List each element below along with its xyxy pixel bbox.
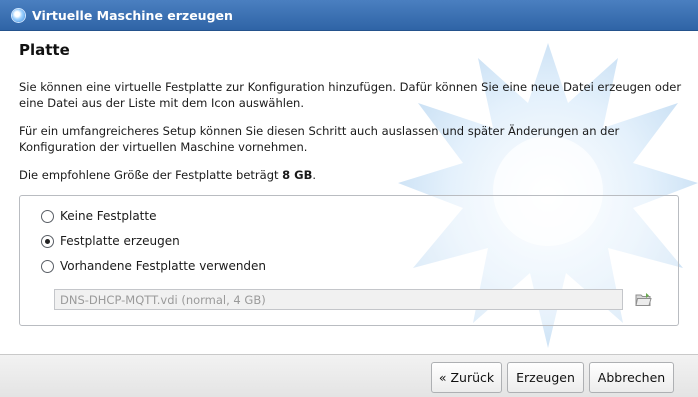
- radio-existing-disk-indicator[interactable]: [41, 259, 54, 273]
- virtualbox-app-icon: [12, 8, 25, 22]
- recommended-size-suffix: .: [312, 168, 317, 182]
- back-button[interactable]: « Zurück: [431, 362, 502, 393]
- window-titlebar: Virtuelle Maschine erzeugen: [0, 0, 698, 31]
- radio-existing-disk-label[interactable]: Vorhandene Festplatte verwenden: [60, 259, 266, 273]
- radio-create-disk[interactable]: Festplatte erzeugen: [41, 234, 180, 248]
- radio-create-disk-indicator[interactable]: [41, 234, 54, 248]
- radio-no-disk-label[interactable]: Keine Festplatte: [60, 209, 156, 223]
- existing-disk-select[interactable]: DNS-DHCP-MQTT.vdi (normal, 4 GB): [54, 289, 623, 310]
- page-title: Platte: [19, 41, 70, 59]
- window-title: Virtuelle Maschine erzeugen: [32, 7, 233, 23]
- choose-disk-file-button[interactable]: [633, 289, 654, 309]
- disk-options-group: Keine Festplatte Festplatte erzeugen Vor…: [19, 195, 679, 326]
- create-button[interactable]: Erzeugen: [507, 362, 584, 393]
- wizard-page: Platte Sie können eine virtuelle Festpla…: [0, 31, 698, 354]
- radio-no-disk[interactable]: Keine Festplatte: [41, 209, 156, 223]
- intro-paragraph: Sie können eine virtuelle Festplatte zur…: [19, 80, 682, 110]
- folder-open-icon: [635, 292, 652, 306]
- radio-create-disk-label[interactable]: Festplatte erzeugen: [60, 234, 180, 248]
- recommended-size-value: 8 GB: [282, 168, 313, 182]
- radio-no-disk-indicator[interactable]: [41, 209, 54, 223]
- recommended-size-paragraph: Die empfohlene Größe der Festplatte betr…: [19, 167, 691, 183]
- radio-existing-disk[interactable]: Vorhandene Festplatte verwenden: [41, 259, 266, 273]
- wizard-footer: « Zurück Erzeugen Abbrechen: [0, 354, 698, 397]
- existing-disk-select-value: DNS-DHCP-MQTT.vdi (normal, 4 GB): [60, 292, 266, 307]
- skip-paragraph: Für ein umfangreicheres Setup können Sie…: [19, 124, 620, 154]
- cancel-button[interactable]: Abbrechen: [589, 362, 674, 393]
- recommended-size-prefix: Die empfohlene Größe der Festplatte betr…: [19, 168, 283, 182]
